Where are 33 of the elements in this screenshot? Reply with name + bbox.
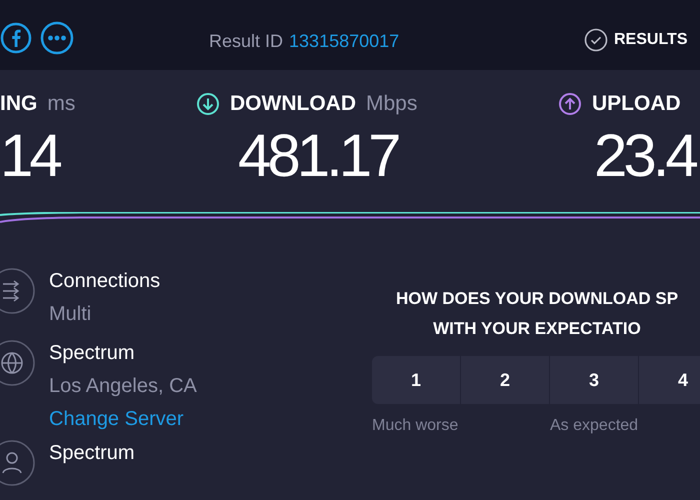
metric-unit: ms [47, 91, 76, 118]
info-title: Spectrum [49, 341, 136, 366]
metric-label: DOWNLOAD [230, 91, 356, 118]
more-icon[interactable] [40, 21, 74, 55]
metric-value: 481.17 [238, 121, 400, 191]
globe-icon [0, 339, 36, 387]
info-title: Spectrum [49, 441, 136, 466]
check-icon [584, 28, 608, 52]
rating-button[interactable]: 4 [639, 356, 700, 404]
download-icon [196, 92, 220, 116]
rating-button[interactable]: 2 [461, 356, 549, 404]
info-value: Los Angeles, CA [49, 374, 197, 399]
metric-label: UPLOAD [592, 91, 681, 118]
arrows-icon [0, 267, 36, 315]
survey-question: HOW DOES YOUR DOWNLOAD SP [396, 288, 678, 310]
info-value: Multi [49, 302, 92, 327]
result-id-label: Result ID [209, 30, 284, 53]
metric-value: 23.4 [594, 121, 695, 191]
result-id-link[interactable]: 13315870017 [289, 28, 400, 55]
scale-label: Much worse [372, 416, 460, 436]
results-button[interactable]: RESULTS [584, 28, 688, 52]
facebook-icon[interactable] [0, 22, 32, 54]
metric-label: ING [0, 91, 38, 118]
info-title: Connections [49, 269, 162, 294]
change-server-link[interactable]: Change Server [49, 405, 197, 433]
rating-button[interactable]: 3 [550, 356, 638, 404]
upload-icon [558, 92, 582, 116]
metric-value: 14 [0, 121, 60, 191]
survey-question: WITH YOUR EXPECTATIO [433, 318, 641, 340]
scale-label: As expected [550, 416, 638, 436]
person-icon [0, 439, 36, 487]
rating-button[interactable]: 1 [372, 356, 460, 404]
metric-unit: Mbps [366, 91, 418, 118]
